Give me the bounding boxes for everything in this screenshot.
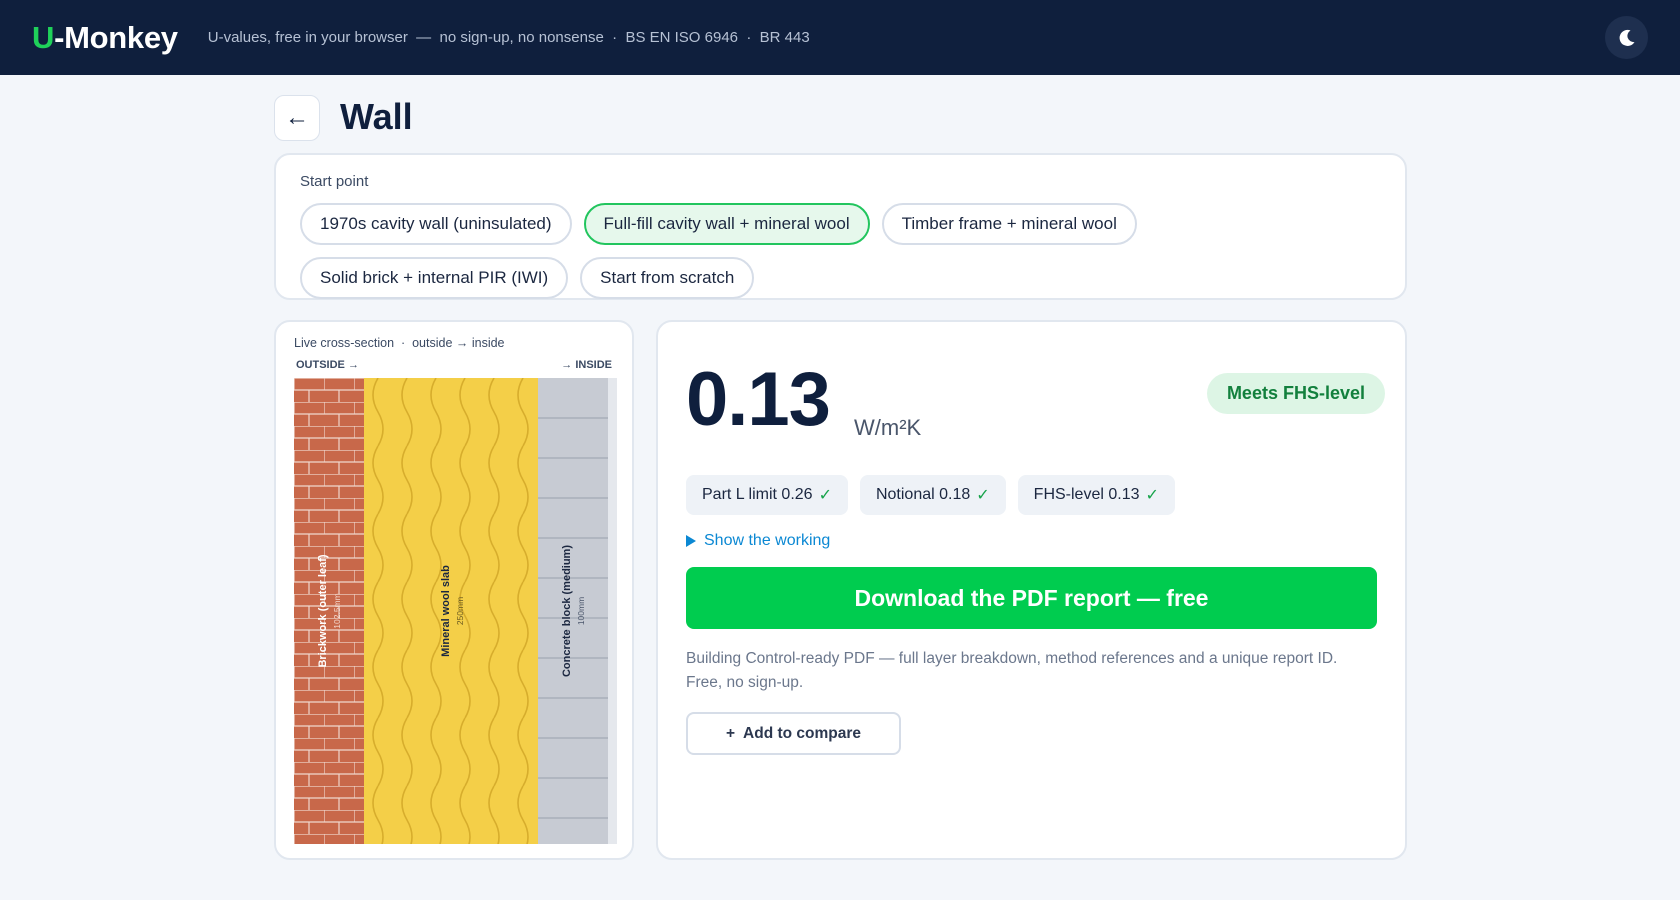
cross-section-card: Live cross-section · outside → inside OU… [274, 320, 634, 860]
status-badge: Meets FHS-level [1206, 373, 1385, 414]
theme-toggle-button[interactable] [1605, 16, 1648, 59]
tagline: U-values, free in your browser — no sign… [207, 29, 810, 46]
start-option-solid-brick-iwi[interactable]: Solid brick + internal PIR (IWI) [300, 257, 569, 299]
arrow-left-icon: ← [285, 104, 309, 131]
start-option-timber-frame[interactable]: Timber frame + mineral wool [881, 203, 1137, 245]
limit-chips: Part L limit 0.26 ✓ Notional 0.18 ✓ FHS-le… [686, 475, 1175, 515]
layer-brickwork-thickness: 102.5mm [332, 593, 342, 628]
back-button[interactable]: ← [274, 95, 320, 141]
show-working-toggle[interactable]: Show the working [686, 532, 830, 550]
layer-brickwork[interactable] [294, 378, 364, 844]
start-option-1970s-cavity[interactable]: 1970s cavity wall (uninsulated) [300, 203, 572, 245]
result-card: 0.13 W/m²K Meets FHS-level Part L limit … [656, 320, 1407, 860]
caret-right-icon [686, 535, 696, 547]
cross-section-diagram: OUTSIDE → → INSIDE Brickwork (outer leaf… [294, 359, 617, 844]
start-point-options: 1970s cavity wall (uninsulated) Full-fil… [300, 203, 1200, 299]
start-point-label: Start point [300, 173, 369, 190]
layer-mineral-wool-thickness: 250mm [455, 597, 465, 625]
inside-label: → INSIDE [561, 359, 612, 371]
check-icon: ✓ [818, 487, 832, 504]
pdf-note: Building Control-ready PDF — full layer … [686, 650, 1338, 691]
u-value-unit: W/m²K [854, 415, 922, 440]
download-pdf-button[interactable]: Download the PDF report — free [686, 567, 1377, 629]
u-value: 0.13 [686, 357, 831, 442]
cross-section-caption: Live cross-section · outside → inside [294, 336, 505, 350]
check-icon: ✓ [1145, 487, 1159, 504]
moon-icon [1619, 29, 1634, 46]
start-option-from-scratch[interactable]: Start from scratch [580, 257, 755, 299]
layer-mineral-wool-name: Mineral wool slab [440, 565, 452, 657]
add-to-compare-button[interactable]: + Add to compare [686, 712, 901, 755]
layer-concrete-block-thickness: 100mm [576, 597, 586, 625]
start-point-card: Start point 1970s cavity wall (uninsulat… [274, 153, 1407, 300]
layer-concrete-block[interactable] [538, 378, 608, 844]
logo[interactable]: U-Monkey [32, 20, 178, 56]
inner-finish [608, 378, 617, 844]
layer-concrete-block-name: Concrete block (medium) [561, 545, 573, 677]
start-option-full-fill-cavity[interactable]: Full-fill cavity wall + mineral wool [583, 203, 870, 245]
check-icon: ✓ [976, 487, 990, 504]
limit-fhs: FHS-level 0.13 ✓ [1017, 475, 1175, 515]
page-title: Wall [340, 96, 413, 137]
layer-brickwork-name: Brickwork (outer leaf) [317, 554, 329, 667]
limit-notional: Notional 0.18 ✓ [859, 475, 1006, 515]
limit-part-l: Part L limit 0.26 ✓ [686, 475, 848, 515]
plus-icon: + [725, 724, 736, 742]
top-bar: U-Monkey U-values, free in your browser … [0, 0, 1680, 75]
outside-label: OUTSIDE → [296, 359, 359, 371]
